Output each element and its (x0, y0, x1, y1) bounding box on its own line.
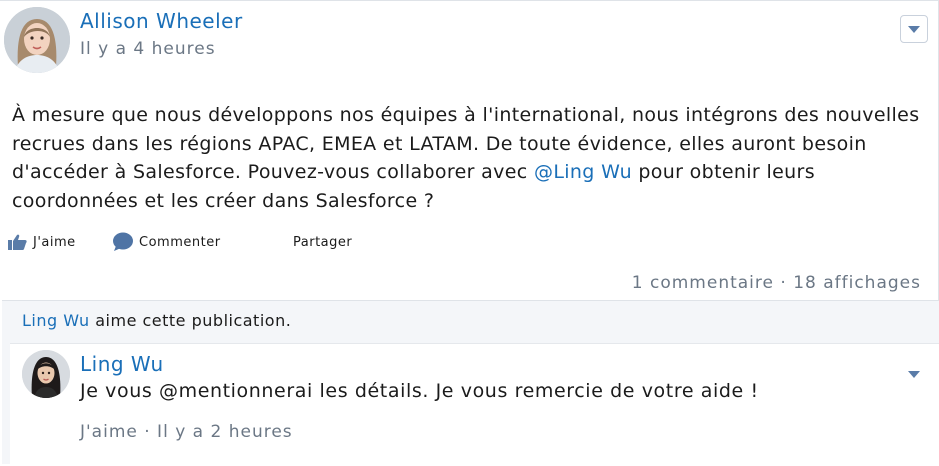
post-actions: J'aime Commenter Partager (8, 231, 352, 253)
comment-text: Je vous @mentionnerai les détails. Je vo… (80, 380, 759, 402)
feed-post: Allison Wheeler Il y a 4 heures À mesure… (0, 0, 939, 300)
mention-link[interactable]: @Ling Wu (534, 161, 632, 183)
comment-item: Ling Wu Je vous @mentionnerai les détail… (10, 343, 939, 466)
comment-author-avatar[interactable] (22, 350, 70, 398)
comment-author[interactable]: Ling Wu (80, 352, 164, 376)
thumbs-up-icon (8, 234, 27, 250)
share-label: Partager (293, 234, 353, 250)
like-button[interactable]: J'aime (8, 234, 112, 250)
post-stats: 1 commentaire · 18 affichages (631, 273, 921, 293)
comment-button[interactable]: Commenter (112, 232, 293, 252)
likes-summary: Ling Wu aime cette publication. (22, 311, 291, 330)
chevron-down-icon (908, 25, 920, 33)
comment-label: Commenter (139, 234, 221, 250)
chevron-down-icon (908, 370, 920, 378)
share-button[interactable]: Partager (293, 235, 352, 250)
author-avatar[interactable] (4, 7, 70, 73)
post-author[interactable]: Allison Wheeler (80, 9, 243, 33)
like-label: J'aime (33, 234, 76, 250)
avatar-allison-icon (4, 7, 70, 73)
post-body: À mesure que nous développons nos équipe… (12, 101, 922, 215)
likes-text: aime cette publication. (89, 311, 292, 330)
liker-link[interactable]: Ling Wu (22, 311, 90, 330)
post-menu-button[interactable] (900, 15, 928, 43)
comments-section: Ling Wu aime cette publication. Ling Wu … (2, 300, 939, 466)
comment-menu-button[interactable] (906, 368, 922, 380)
post-timestamp: Il y a 4 heures (80, 39, 216, 59)
comment-bubble-icon (113, 232, 133, 251)
avatar-ling-icon (22, 350, 70, 398)
comment-meta: J'aime · Il y a 2 heures (80, 422, 293, 442)
